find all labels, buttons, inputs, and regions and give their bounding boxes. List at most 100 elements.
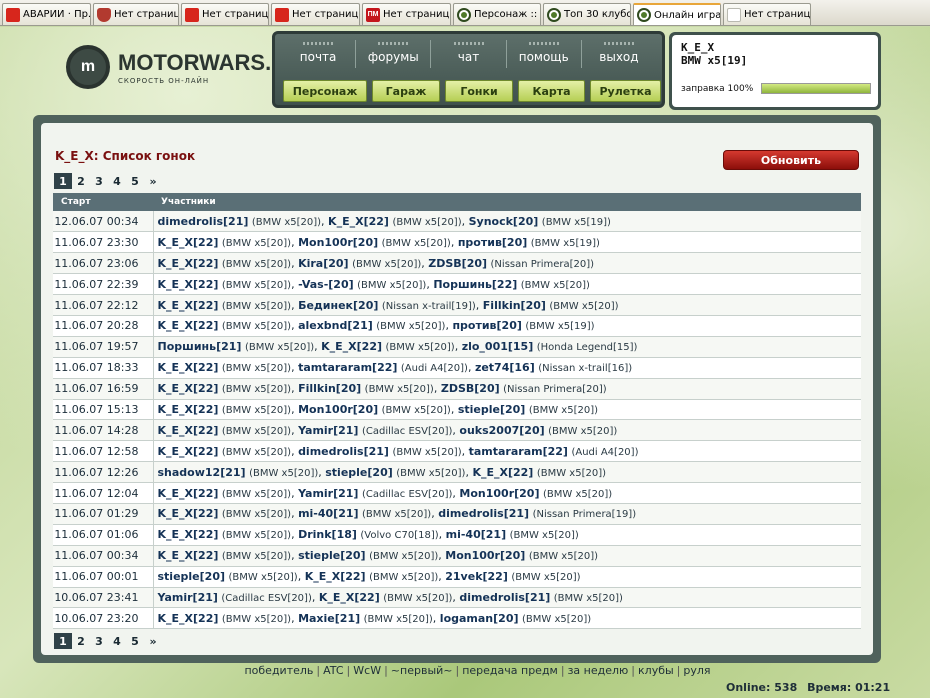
- participant-link[interactable]: K_E_X[22]: [158, 612, 219, 625]
- participant-link[interactable]: K_E_X[22]: [158, 528, 219, 541]
- participant-link[interactable]: dimedrolis[21]: [158, 215, 249, 228]
- race-start-time[interactable]: 11.06.07 15:13: [53, 399, 154, 421]
- participant-link[interactable]: K_E_X[22]: [158, 278, 219, 291]
- race-start-time[interactable]: 11.06.07 16:59: [53, 378, 154, 400]
- site-logo[interactable]: m MOTORWARS.RU СКОРОСТЬ ОН-ЛАЙН: [66, 45, 303, 89]
- participant-link[interactable]: K_E_X[22]: [158, 445, 219, 458]
- participant-link[interactable]: Fillkin[20]: [298, 382, 361, 395]
- table-row[interactable]: 11.06.07 00:01 stieple[20] (BMW x5[20]), …: [53, 566, 861, 588]
- participant-link[interactable]: tamtararam[22]: [298, 361, 397, 374]
- nav-link-forums[interactable]: форумы: [355, 40, 430, 68]
- participant-link[interactable]: против[20]: [452, 319, 521, 332]
- browser-tab[interactable]: Нет страниц...: [181, 3, 269, 25]
- table-row[interactable]: 11.06.07 12:04 K_E_X[22] (BMW x5[20]), Ya…: [53, 482, 861, 504]
- participant-link[interactable]: K_E_X[22]: [158, 487, 219, 500]
- race-start-time[interactable]: 11.06.07 12:04: [53, 482, 154, 504]
- participant-link[interactable]: против[20]: [458, 236, 527, 249]
- participant-link[interactable]: stieple[20]: [325, 466, 393, 479]
- pager-page[interactable]: 4: [108, 173, 126, 189]
- nav-link-help[interactable]: помощь: [505, 40, 581, 68]
- participant-link[interactable]: K_E_X[22]: [305, 570, 366, 583]
- race-start-time[interactable]: 11.06.07 00:01: [53, 566, 154, 588]
- table-row[interactable]: 11.06.07 19:57 Поршинь[21] (BMW x5[20]), …: [53, 336, 861, 358]
- participant-link[interactable]: Поршинь[21]: [158, 340, 242, 353]
- pager-page[interactable]: 5: [126, 173, 144, 189]
- participant-link[interactable]: shadow12[21]: [158, 466, 246, 479]
- pager-page[interactable]: 3: [90, 173, 108, 189]
- participant-link[interactable]: logaman[20]: [440, 612, 519, 625]
- participant-link[interactable]: alexbnd[21]: [298, 319, 373, 332]
- participant-link[interactable]: stieple[20]: [298, 549, 366, 562]
- table-row[interactable]: 12.06.07 00:34 dimedrolis[21] (BMW x5[20]…: [53, 211, 861, 233]
- participant-link[interactable]: Mon100r[20]: [298, 403, 378, 416]
- nav-link-chat[interactable]: чат: [430, 40, 505, 68]
- participant-link[interactable]: K_E_X[22]: [158, 507, 219, 520]
- participant-link[interactable]: Yamir[21]: [298, 487, 358, 500]
- table-row[interactable]: 11.06.07 15:13 K_E_X[22] (BMW x5[20]), Mo…: [53, 399, 861, 421]
- participant-link[interactable]: Maxie[21]: [298, 612, 360, 625]
- participant-link[interactable]: Mon100r[20]: [459, 487, 539, 500]
- participant-link[interactable]: K_E_X[22]: [319, 591, 380, 604]
- participant-link[interactable]: ZDSB[20]: [441, 382, 500, 395]
- participant-link[interactable]: dimedrolis[21]: [438, 507, 529, 520]
- participant-link[interactable]: ouks2007[20]: [459, 424, 544, 437]
- pager-page[interactable]: 1: [54, 173, 72, 189]
- table-row[interactable]: 11.06.07 16:59 K_E_X[22] (BMW x5[20]), Fi…: [53, 378, 861, 400]
- race-start-time[interactable]: 11.06.07 19:57: [53, 336, 154, 358]
- table-row[interactable]: 11.06.07 12:26 shadow12[21] (BMW x5[20]),…: [53, 461, 861, 484]
- table-row[interactable]: 11.06.07 22:39 K_E_X[22] (BMW x5[20]), -V…: [53, 273, 861, 296]
- table-row[interactable]: 11.06.07 01:29 K_E_X[22] (BMW x5[20]), mi…: [53, 503, 861, 525]
- pager-page[interactable]: 1: [54, 633, 72, 649]
- browser-tab[interactable]: Нет страниц...: [93, 3, 179, 25]
- table-row[interactable]: 11.06.07 20:28 K_E_X[22] (BMW x5[20]), al…: [53, 315, 861, 337]
- footer-link[interactable]: передача предм: [462, 664, 558, 677]
- nav-link-mail[interactable]: почта: [281, 40, 355, 68]
- participant-link[interactable]: Yamir[21]: [158, 591, 218, 604]
- participant-link[interactable]: 21vek[22]: [445, 570, 508, 583]
- race-start-time[interactable]: 10.06.07 23:20: [53, 607, 154, 630]
- participant-link[interactable]: K_E_X[22]: [158, 319, 219, 332]
- column-header-start[interactable]: Старт: [53, 193, 153, 211]
- nav-link-exit[interactable]: выход: [580, 40, 656, 68]
- browser-tab[interactable]: ПМНет страниц...: [362, 3, 451, 25]
- participant-link[interactable]: Бединек[20]: [298, 299, 378, 312]
- participant-link[interactable]: dimedrolis[21]: [459, 591, 550, 604]
- race-start-time[interactable]: 11.06.07 22:12: [53, 294, 154, 316]
- participant-link[interactable]: Mon100r[20]: [445, 549, 525, 562]
- table-row[interactable]: 11.06.07 22:12 K_E_X[22] (BMW x5[20]), Бе…: [53, 294, 861, 316]
- table-row[interactable]: 11.06.07 14:28 K_E_X[22] (BMW x5[20]), Ya…: [53, 419, 861, 442]
- participant-link[interactable]: tamtararam[22]: [469, 445, 568, 458]
- race-start-time[interactable]: 11.06.07 01:06: [53, 524, 154, 546]
- footer-link[interactable]: ATC: [323, 664, 343, 677]
- nav-button-character[interactable]: Персонаж: [283, 80, 367, 102]
- table-row[interactable]: 10.06.07 23:20 K_E_X[22] (BMW x5[20]), Ma…: [53, 607, 861, 630]
- participant-link[interactable]: zet74[16]: [475, 361, 535, 374]
- participant-link[interactable]: mi-40[21]: [298, 507, 358, 520]
- pager-next[interactable]: »: [144, 633, 162, 649]
- participant-link[interactable]: K_E_X[22]: [158, 257, 219, 270]
- participant-link[interactable]: dimedrolis[21]: [298, 445, 389, 458]
- participant-link[interactable]: -Vas-[20]: [298, 278, 354, 291]
- participant-link[interactable]: Yamir[21]: [298, 424, 358, 437]
- race-start-time[interactable]: 11.06.07 20:28: [53, 315, 154, 337]
- footer-link[interactable]: WcW: [353, 664, 381, 677]
- pager-page[interactable]: 2: [72, 633, 90, 649]
- participant-link[interactable]: K_E_X[22]: [158, 403, 219, 416]
- browser-tab[interactable]: Онлайн игра ...: [633, 3, 721, 25]
- participant-link[interactable]: mi-40[21]: [446, 528, 506, 541]
- browser-tab[interactable]: Нет страницы дл...: [723, 3, 811, 25]
- participant-link[interactable]: K_E_X[22]: [158, 361, 219, 374]
- pager-page[interactable]: 4: [108, 633, 126, 649]
- race-start-time[interactable]: 11.06.07 23:06: [53, 252, 154, 275]
- participant-link[interactable]: K_E_X[22]: [328, 215, 389, 228]
- race-start-time[interactable]: 11.06.07 22:39: [53, 273, 154, 296]
- nav-button-garage[interactable]: Гараж: [372, 80, 440, 102]
- nav-button-races[interactable]: Гонки: [445, 80, 513, 102]
- participant-link[interactable]: stieple[20]: [458, 403, 526, 416]
- participant-link[interactable]: Fillkin[20]: [483, 299, 546, 312]
- participant-link[interactable]: K_E_X[22]: [158, 424, 219, 437]
- participant-link[interactable]: ZDSB[20]: [428, 257, 487, 270]
- race-start-time[interactable]: 11.06.07 00:34: [53, 545, 154, 567]
- pager-page[interactable]: 2: [72, 173, 90, 189]
- participant-link[interactable]: stieple[20]: [158, 570, 226, 583]
